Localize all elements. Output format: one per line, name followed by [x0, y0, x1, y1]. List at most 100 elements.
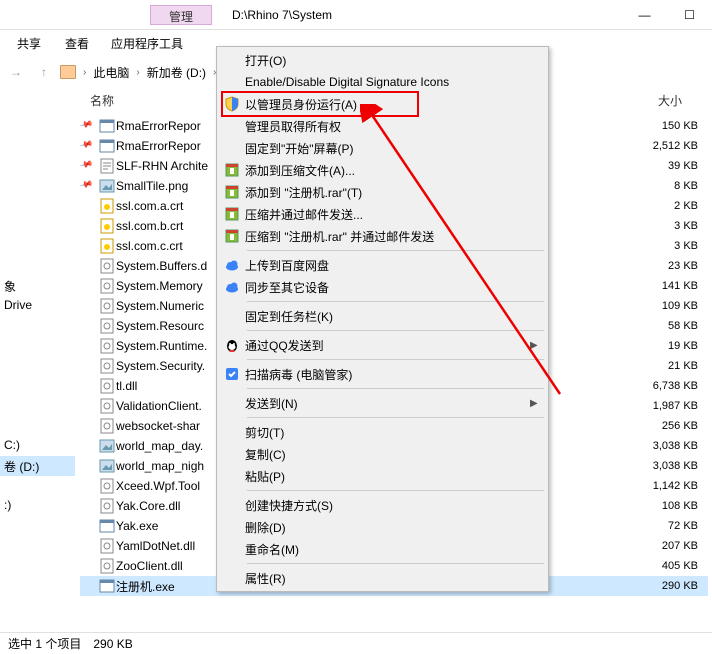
- nav-item[interactable]: [0, 316, 75, 336]
- menu-item[interactable]: 压缩并通过邮件发送...: [219, 203, 546, 225]
- cloud-icon: [219, 257, 245, 273]
- menu-separator: [247, 388, 544, 389]
- nav-item[interactable]: C:): [0, 436, 75, 456]
- menu-label: 重命名(M): [245, 541, 530, 558]
- pin-icon: [81, 402, 97, 411]
- nav-item[interactable]: [0, 416, 75, 436]
- menu-item[interactable]: 发送到(N)▶: [219, 392, 546, 414]
- menu-label: 管理员取得所有权: [245, 118, 530, 135]
- img-icon: [99, 178, 115, 194]
- menu-item[interactable]: 删除(D): [219, 516, 546, 538]
- menu-item[interactable]: 通过QQ发送到▶: [219, 334, 546, 356]
- menu-item[interactable]: 固定到"开始"屏幕(P): [219, 137, 546, 159]
- app-icon: [99, 138, 115, 154]
- nav-item[interactable]: :): [0, 496, 75, 516]
- pin-icon: [81, 502, 97, 511]
- menu-separator: [247, 301, 544, 302]
- menu-item[interactable]: 添加到 "注册机.rar"(T): [219, 181, 546, 203]
- nav-item[interactable]: 卷 (D:): [0, 456, 75, 476]
- menu-item[interactable]: 上传到百度网盘: [219, 254, 546, 276]
- dll-icon: [99, 358, 115, 374]
- menu-label: Enable/Disable Digital Signature Icons: [245, 75, 530, 89]
- nav-item[interactable]: [0, 356, 75, 376]
- dll-icon: [99, 478, 115, 494]
- nav-up-icon[interactable]: ↑: [32, 60, 56, 84]
- nav-item[interactable]: [0, 236, 75, 256]
- context-menu[interactable]: 打开(O) Enable/Disable Digital Signature Ic…: [216, 46, 549, 592]
- maximize-button[interactable]: ☐: [667, 0, 712, 30]
- ribbon-tab-manage[interactable]: 管理: [150, 5, 212, 25]
- menu-separator: [247, 563, 544, 564]
- menu-item[interactable]: 创建快捷方式(S): [219, 494, 546, 516]
- menu-item[interactable]: 剪切(T): [219, 421, 546, 443]
- menu-item[interactable]: 同步至其它设备: [219, 276, 546, 298]
- cfg-icon: [99, 158, 115, 174]
- nav-item[interactable]: [0, 336, 75, 356]
- ribbon-sublabel[interactable]: 应用程序工具: [111, 35, 183, 52]
- menu-view[interactable]: 查看: [65, 35, 89, 52]
- dll-icon: [99, 558, 115, 574]
- nav-forward-icon[interactable]: →: [4, 60, 28, 84]
- nav-item[interactable]: [0, 176, 75, 196]
- dll-icon: [99, 498, 115, 514]
- nav-item[interactable]: Drive: [0, 296, 75, 316]
- pin-icon: [81, 442, 97, 451]
- nav-item[interactable]: [0, 136, 75, 156]
- menu-label: 剪切(T): [245, 424, 530, 441]
- nav-item[interactable]: [0, 216, 75, 236]
- menu-item[interactable]: 添加到压缩文件(A)...: [219, 159, 546, 181]
- minimize-button[interactable]: —: [622, 0, 667, 30]
- pin-icon: [81, 282, 97, 291]
- menu-item[interactable]: Enable/Disable Digital Signature Icons: [219, 71, 546, 93]
- nav-item[interactable]: 象: [0, 276, 75, 296]
- nav-item[interactable]: [0, 156, 75, 176]
- menu-item[interactable]: 重命名(M): [219, 538, 546, 560]
- menu-label: 压缩并通过邮件发送...: [245, 206, 530, 223]
- crumb-volume[interactable]: 新加卷 (D:): [147, 64, 206, 81]
- menu-label: 添加到压缩文件(A)...: [245, 162, 530, 179]
- menu-item[interactable]: 扫描病毒 (电脑管家): [219, 363, 546, 385]
- pin-icon: [81, 342, 97, 351]
- pin-icon: [81, 222, 97, 231]
- pin-icon: [81, 242, 97, 251]
- rar-icon: [219, 228, 245, 244]
- pin-icon: [81, 422, 97, 431]
- scan-icon: [219, 366, 245, 382]
- file-size: 290 KB: [526, 580, 698, 592]
- pin-icon: [81, 322, 97, 331]
- pin-icon: [81, 262, 97, 271]
- menu-share[interactable]: 共享: [17, 35, 41, 52]
- img-icon: [99, 438, 115, 454]
- menu-label: 固定到任务栏(K): [245, 308, 530, 325]
- menu-item[interactable]: 粘贴(P): [219, 465, 546, 487]
- folder-icon: [60, 65, 76, 79]
- qq-icon: [219, 337, 245, 353]
- menu-item[interactable]: 固定到任务栏(K): [219, 305, 546, 327]
- menu-item[interactable]: 打开(O): [219, 49, 546, 71]
- menu-item[interactable]: 属性(R): [219, 567, 546, 589]
- pin-icon: [81, 202, 97, 211]
- pin-icon: [81, 362, 97, 371]
- crumb-thispc[interactable]: 此电脑: [93, 64, 129, 81]
- menu-item[interactable]: 压缩到 "注册机.rar" 并通过邮件发送: [219, 225, 546, 247]
- pin-icon: 📌: [80, 117, 100, 136]
- img-icon: [99, 458, 115, 474]
- dll-icon: [99, 338, 115, 354]
- nav-item[interactable]: [0, 376, 75, 396]
- menu-label: 创建快捷方式(S): [245, 497, 530, 514]
- menu-item[interactable]: 复制(C): [219, 443, 546, 465]
- submenu-arrow-icon: ▶: [530, 398, 546, 409]
- menu-item[interactable]: 以管理员身份运行(A): [219, 93, 546, 115]
- nav-item[interactable]: [0, 476, 75, 496]
- nav-item[interactable]: [0, 396, 75, 416]
- nav-item[interactable]: [0, 196, 75, 216]
- status-size: 290 KB: [93, 637, 132, 651]
- nav-pane[interactable]: 象Drive C:)卷 (D:):): [0, 116, 75, 516]
- menu-item[interactable]: 管理员取得所有权: [219, 115, 546, 137]
- column-size[interactable]: 大小: [572, 92, 712, 109]
- app-icon: [99, 578, 115, 594]
- menu-separator: [247, 490, 544, 491]
- cert-icon: [99, 198, 115, 214]
- nav-item[interactable]: [0, 256, 75, 276]
- nav-item[interactable]: [0, 116, 75, 136]
